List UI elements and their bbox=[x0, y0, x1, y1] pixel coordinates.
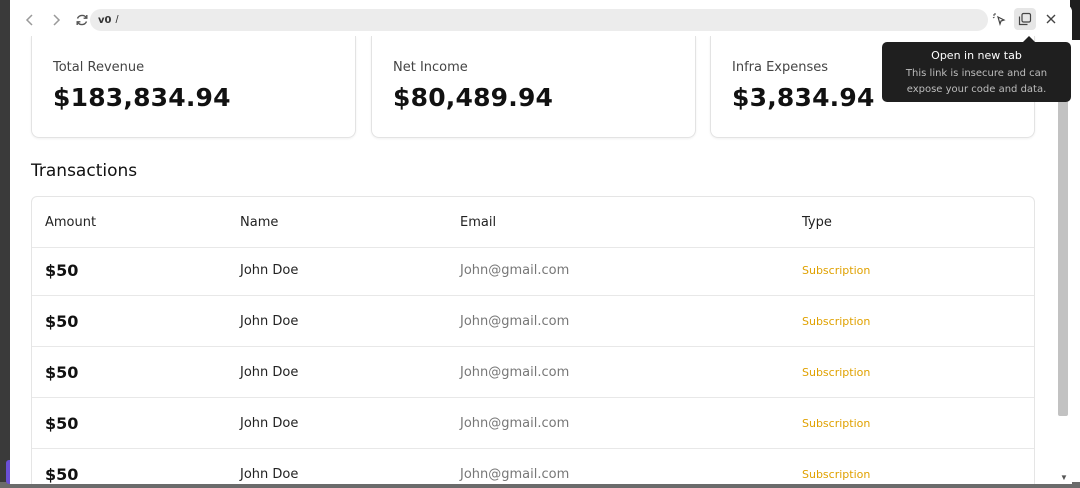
row-amount: $50 bbox=[45, 312, 79, 331]
card-title: Total Revenue bbox=[53, 60, 145, 75]
open-new-tab-icon[interactable] bbox=[1014, 8, 1036, 30]
table-header: Amount Name Email Type bbox=[32, 197, 1034, 248]
card-value: $80,489.94 bbox=[393, 83, 554, 112]
background-frame-left bbox=[0, 0, 10, 488]
row-type-badge: Subscription bbox=[802, 468, 871, 481]
column-header-type: Type bbox=[802, 215, 832, 230]
element-select-icon[interactable] bbox=[988, 8, 1010, 30]
row-email: John@gmail.com bbox=[460, 314, 570, 329]
scrollbar-thumb[interactable] bbox=[1058, 62, 1068, 416]
column-header-name: Name bbox=[240, 215, 279, 230]
table-row: $50 John Doe John@gmail.com Subscription bbox=[32, 245, 1034, 296]
back-icon[interactable] bbox=[18, 8, 42, 32]
transactions-title: Transactions bbox=[31, 161, 138, 181]
v0-logo: v0 bbox=[98, 14, 112, 26]
tooltip-title: Open in new tab bbox=[931, 49, 1022, 62]
row-name: John Doe bbox=[240, 263, 299, 278]
card-total-revenue: Total Revenue $183,834.94 bbox=[31, 36, 356, 138]
row-name: John Doe bbox=[240, 416, 299, 431]
row-amount: $50 bbox=[45, 465, 79, 484]
table-row: $50 John Doe John@gmail.com Subscription bbox=[32, 449, 1034, 484]
browser-toolbar: v0 / bbox=[10, 4, 1072, 36]
transactions-table: Amount Name Email Type $50 John Doe John… bbox=[31, 196, 1035, 484]
table-row: $50 John Doe John@gmail.com Subscription bbox=[32, 296, 1034, 347]
forward-icon[interactable] bbox=[44, 8, 68, 32]
tooltip-line-1: This link is insecure and can bbox=[905, 68, 1048, 79]
column-header-email: Email bbox=[460, 215, 497, 230]
column-header-amount: Amount bbox=[45, 215, 97, 230]
vertical-scrollbar[interactable]: ▼ bbox=[1058, 62, 1068, 482]
row-name: John Doe bbox=[240, 365, 299, 380]
close-icon[interactable] bbox=[1040, 8, 1062, 30]
row-amount: $50 bbox=[45, 261, 79, 280]
card-title: Net Income bbox=[393, 60, 468, 75]
row-email: John@gmail.com bbox=[460, 263, 570, 278]
tooltip-line-2: expose your code and data. bbox=[906, 84, 1047, 95]
card-value: $183,834.94 bbox=[53, 83, 231, 112]
table-row: $50 John Doe John@gmail.com Subscription bbox=[32, 347, 1034, 398]
row-type-badge: Subscription bbox=[802, 417, 871, 430]
row-type-badge: Subscription bbox=[802, 315, 871, 328]
row-name: John Doe bbox=[240, 467, 299, 482]
url-path: / bbox=[115, 14, 119, 26]
scroll-down-icon[interactable]: ▼ bbox=[1060, 473, 1068, 482]
row-email: John@gmail.com bbox=[460, 416, 570, 431]
page-content: Total Revenue $183,834.94 Net Income $80… bbox=[10, 36, 1056, 484]
card-net-income: Net Income $80,489.94 bbox=[371, 36, 696, 138]
row-amount: $50 bbox=[45, 363, 79, 382]
url-bar[interactable]: v0 / bbox=[90, 9, 988, 31]
row-email: John@gmail.com bbox=[460, 365, 570, 380]
row-amount: $50 bbox=[45, 414, 79, 433]
row-type-badge: Subscription bbox=[802, 264, 871, 277]
open-new-tab-tooltip: Open in new tab This link is insecure an… bbox=[882, 36, 1071, 102]
row-type-badge: Subscription bbox=[802, 366, 871, 379]
row-name: John Doe bbox=[240, 314, 299, 329]
table-row: $50 John Doe John@gmail.com Subscription bbox=[32, 398, 1034, 449]
row-email: John@gmail.com bbox=[460, 467, 570, 482]
